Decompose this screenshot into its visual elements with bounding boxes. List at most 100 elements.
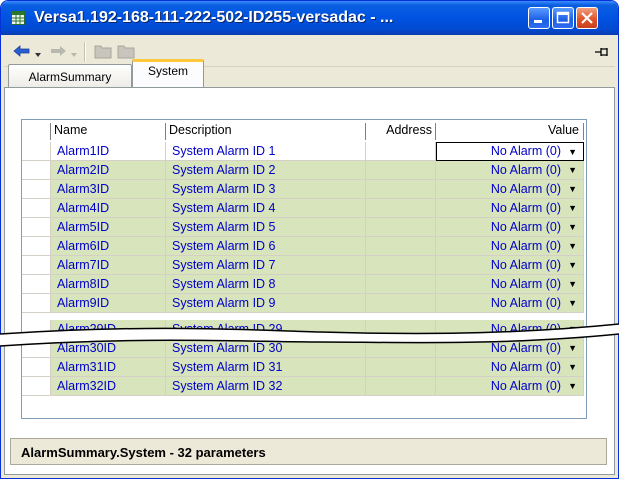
- value-cell[interactable]: No Alarm (0) ▼: [436, 275, 584, 294]
- value-cell[interactable]: No Alarm (0) ▼: [436, 294, 584, 313]
- value-cell[interactable]: No Alarm (0) ▼: [436, 256, 584, 275]
- table-row[interactable]: Alarm2ID System Alarm ID 2 No Alarm (0) ▼: [22, 161, 586, 180]
- row-header-cell: [22, 275, 51, 294]
- description-cell: System Alarm ID 8: [166, 275, 366, 294]
- dropdown-arrow-icon[interactable]: ▼: [568, 294, 577, 313]
- row-header-cell: [22, 142, 51, 161]
- name-cell: Alarm31ID: [51, 358, 166, 377]
- table-row[interactable]: Alarm32ID System Alarm ID 32 No Alarm (0) ▼: [22, 377, 586, 396]
- dropdown-arrow-icon[interactable]: ▼: [568, 377, 577, 396]
- tab-system[interactable]: System: [132, 59, 204, 87]
- column-header-value[interactable]: Value: [436, 123, 584, 140]
- value-cell[interactable]: No Alarm (0) ▼: [436, 180, 584, 199]
- close-button[interactable]: [576, 7, 598, 29]
- table-row[interactable]: Alarm5ID System Alarm ID 5 No Alarm (0) ▼: [22, 218, 586, 237]
- dropdown-arrow-icon[interactable]: ▼: [568, 161, 577, 180]
- value-cell-text: No Alarm (0): [490, 201, 561, 215]
- address-cell: [366, 218, 436, 237]
- description-cell-text: System Alarm ID 1: [172, 144, 276, 158]
- dropdown-arrow-icon[interactable]: ▼: [568, 256, 577, 275]
- description-cell-text: System Alarm ID 9: [172, 296, 276, 310]
- table-row[interactable]: Alarm31ID System Alarm ID 31 No Alarm (0) ▼: [22, 358, 586, 377]
- column-header-description[interactable]: Description: [166, 123, 366, 140]
- name-cell: Alarm3ID: [51, 180, 166, 199]
- table-row[interactable]: Alarm3ID System Alarm ID 3 No Alarm (0) ▼: [22, 180, 586, 199]
- dropdown-arrow-icon[interactable]: ▼: [568, 218, 577, 237]
- row-header-cell: [22, 256, 51, 275]
- address-cell: [366, 294, 436, 313]
- value-cell-text: No Alarm (0): [490, 220, 561, 234]
- status-bar: AlarmSummary.System - 32 parameters: [10, 438, 607, 465]
- name-cell: Alarm7ID: [51, 256, 166, 275]
- name-cell-text: Alarm5ID: [57, 220, 110, 234]
- row-header-cell: [22, 294, 51, 313]
- dropdown-arrow-icon[interactable]: ▼: [568, 275, 577, 294]
- name-cell: Alarm8ID: [51, 275, 166, 294]
- table-icon: [11, 11, 25, 25]
- maximize-button[interactable]: [552, 7, 574, 29]
- name-cell-text: Alarm32ID: [57, 379, 117, 393]
- value-cell-text: No Alarm (0): [490, 163, 561, 177]
- parameter-table: Name Description Address Value Alarm1ID S…: [21, 119, 587, 419]
- description-cell: System Alarm ID 6: [166, 237, 366, 256]
- value-cell[interactable]: No Alarm (0) ▼: [436, 237, 584, 256]
- name-cell-text: Alarm7ID: [57, 258, 110, 272]
- value-cell[interactable]: No Alarm (0) ▼: [436, 161, 584, 180]
- name-cell-text: Alarm3ID: [57, 182, 110, 196]
- description-cell: System Alarm ID 31: [166, 358, 366, 377]
- dropdown-arrow-icon[interactable]: ▼: [568, 358, 577, 377]
- back-arrow-icon[interactable]: [12, 44, 32, 63]
- row-header-cell: [22, 377, 51, 396]
- dropdown-arrow-icon[interactable]: ▼: [568, 180, 577, 199]
- description-cell-text: System Alarm ID 8: [172, 277, 276, 291]
- table-row[interactable]: Alarm9ID System Alarm ID 9 No Alarm (0) ▼: [22, 294, 586, 313]
- name-cell: Alarm9ID: [51, 294, 166, 313]
- pushpin-icon[interactable]: [594, 45, 610, 63]
- dropdown-arrow-icon[interactable]: ▼: [568, 237, 577, 256]
- name-cell-text: Alarm4ID: [57, 201, 110, 215]
- back-dropdown-icon[interactable]: [34, 46, 42, 64]
- address-cell: [366, 377, 436, 396]
- column-header-name[interactable]: Name: [51, 123, 166, 140]
- description-cell: System Alarm ID 4: [166, 199, 366, 218]
- table-row[interactable]: Alarm6ID System Alarm ID 6 No Alarm (0) ▼: [22, 237, 586, 256]
- address-cell: [366, 237, 436, 256]
- value-cell[interactable]: No Alarm (0) ▼: [436, 358, 584, 377]
- name-cell-text: Alarm31ID: [57, 360, 117, 374]
- table-row[interactable]: Alarm7ID System Alarm ID 7 No Alarm (0) ▼: [22, 256, 586, 275]
- value-cell[interactable]: No Alarm (0) ▼: [436, 142, 584, 161]
- value-cell-text: No Alarm (0): [490, 182, 561, 196]
- row-header-cell: [22, 218, 51, 237]
- description-cell-text: System Alarm ID 5: [172, 220, 276, 234]
- table-row[interactable]: Alarm4ID System Alarm ID 4 No Alarm (0) ▼: [22, 199, 586, 218]
- name-cell-text: Alarm2ID: [57, 163, 110, 177]
- address-cell: [366, 199, 436, 218]
- tab-alarmsummary[interactable]: AlarmSummary: [8, 64, 132, 88]
- table-row[interactable]: Alarm8ID System Alarm ID 8 No Alarm (0) ▼: [22, 275, 586, 294]
- column-header-address[interactable]: Address: [366, 123, 436, 140]
- dropdown-arrow-icon[interactable]: ▼: [568, 143, 577, 162]
- value-cell[interactable]: No Alarm (0) ▼: [436, 199, 584, 218]
- description-cell: System Alarm ID 9: [166, 294, 366, 313]
- address-cell: [366, 161, 436, 180]
- toolbar: [4, 36, 615, 67]
- description-cell: System Alarm ID 5: [166, 218, 366, 237]
- name-cell: Alarm32ID: [51, 377, 166, 396]
- address-cell: [366, 275, 436, 294]
- address-cell: [366, 142, 436, 161]
- minimize-button[interactable]: [528, 7, 550, 29]
- description-cell-text: System Alarm ID 32: [172, 379, 283, 393]
- name-cell: Alarm4ID: [51, 199, 166, 218]
- value-cell[interactable]: No Alarm (0) ▼: [436, 218, 584, 237]
- dropdown-arrow-icon[interactable]: ▼: [568, 199, 577, 218]
- toolbar-separator: [84, 42, 86, 62]
- forward-arrow-icon: [48, 44, 68, 63]
- table-row[interactable]: Alarm1ID System Alarm ID 1 No Alarm (0) ▼: [22, 142, 586, 161]
- name-cell: Alarm1ID: [51, 142, 166, 161]
- row-header-cell: [22, 199, 51, 218]
- title-bar[interactable]: Versa1.192-168-111-222-502-ID255-versada…: [1, 1, 618, 35]
- value-cell[interactable]: No Alarm (0) ▼: [436, 377, 584, 396]
- name-cell-text: Alarm8ID: [57, 277, 110, 291]
- description-cell: System Alarm ID 2: [166, 161, 366, 180]
- value-cell-text: No Alarm (0): [490, 144, 561, 158]
